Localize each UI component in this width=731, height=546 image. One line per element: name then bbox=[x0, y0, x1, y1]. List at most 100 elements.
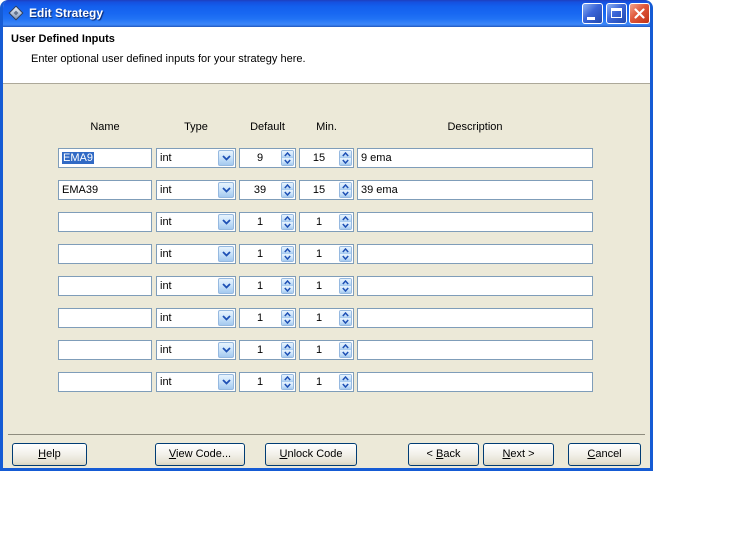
spin-up-button[interactable] bbox=[340, 183, 351, 190]
spin-up-button[interactable] bbox=[340, 343, 351, 350]
spin-up-button[interactable] bbox=[282, 151, 293, 158]
combo-dropdown-button[interactable] bbox=[218, 310, 234, 326]
name-field[interactable] bbox=[58, 340, 152, 360]
cancel-button[interactable]: Cancel bbox=[568, 443, 641, 466]
spin-up-button[interactable] bbox=[340, 279, 351, 286]
close-button[interactable] bbox=[629, 3, 650, 24]
spin-up-button[interactable] bbox=[340, 311, 351, 318]
description-field[interactable]: 9 ema bbox=[357, 148, 593, 168]
title-bar[interactable]: Edit Strategy bbox=[3, 0, 650, 27]
type-select[interactable]: int bbox=[156, 308, 236, 328]
description-field[interactable]: 39 ema bbox=[357, 180, 593, 200]
spin-down-button[interactable] bbox=[340, 286, 351, 293]
name-field[interactable] bbox=[58, 212, 152, 232]
spin-up-button[interactable] bbox=[340, 375, 351, 382]
description-field[interactable] bbox=[357, 308, 593, 328]
combo-dropdown-button[interactable] bbox=[218, 150, 234, 166]
type-select[interactable]: int bbox=[156, 244, 236, 264]
min-spinner[interactable]: 1 bbox=[299, 308, 354, 328]
spin-down-button[interactable] bbox=[282, 158, 293, 165]
type-select[interactable]: int bbox=[156, 212, 236, 232]
spin-down-button[interactable] bbox=[282, 350, 293, 357]
chevron-up-icon bbox=[284, 280, 291, 285]
min-spinner[interactable]: 15 bbox=[299, 148, 354, 168]
name-field[interactable] bbox=[58, 276, 152, 296]
spin-up-button[interactable] bbox=[282, 215, 293, 222]
spin-down-button[interactable] bbox=[282, 382, 293, 389]
combo-dropdown-button[interactable] bbox=[218, 182, 234, 198]
name-field[interactable] bbox=[58, 308, 152, 328]
combo-dropdown-button[interactable] bbox=[218, 214, 234, 230]
default-spinner[interactable]: 9 bbox=[239, 148, 296, 168]
type-select[interactable]: int bbox=[156, 276, 236, 296]
default-spinner[interactable]: 1 bbox=[239, 372, 296, 392]
spinner-buttons bbox=[281, 182, 294, 198]
spin-down-button[interactable] bbox=[282, 190, 293, 197]
chevron-up-icon bbox=[342, 376, 349, 381]
spin-down-button[interactable] bbox=[282, 254, 293, 261]
spinner-buttons bbox=[281, 246, 294, 262]
chevron-down-icon bbox=[221, 187, 231, 193]
spin-down-button[interactable] bbox=[340, 222, 351, 229]
combo-dropdown-button[interactable] bbox=[218, 278, 234, 294]
combo-dropdown-button[interactable] bbox=[218, 374, 234, 390]
combo-dropdown-button[interactable] bbox=[218, 342, 234, 358]
min-spinner[interactable]: 15 bbox=[299, 180, 354, 200]
spin-up-button[interactable] bbox=[282, 311, 293, 318]
min-spinner[interactable]: 1 bbox=[299, 276, 354, 296]
view-code-button[interactable]: View Code... bbox=[155, 443, 245, 466]
spin-down-button[interactable] bbox=[340, 158, 351, 165]
spin-down-button[interactable] bbox=[340, 350, 351, 357]
default-spinner[interactable]: 1 bbox=[239, 244, 296, 264]
default-spinner[interactable]: 1 bbox=[239, 308, 296, 328]
min-spinner[interactable]: 1 bbox=[299, 372, 354, 392]
default-spinner[interactable]: 39 bbox=[239, 180, 296, 200]
description-field[interactable] bbox=[357, 340, 593, 360]
unlock-code-button[interactable]: Unlock Code bbox=[265, 443, 357, 466]
spin-up-button[interactable] bbox=[282, 247, 293, 254]
help-button[interactable]: Help bbox=[12, 443, 87, 466]
chevron-down-icon bbox=[284, 255, 291, 260]
default-spinner[interactable]: 1 bbox=[239, 340, 296, 360]
spin-up-button[interactable] bbox=[282, 183, 293, 190]
column-header-min: Min. bbox=[316, 121, 337, 133]
spin-down-button[interactable] bbox=[282, 286, 293, 293]
spinner-buttons bbox=[281, 310, 294, 326]
spin-down-button[interactable] bbox=[282, 222, 293, 229]
default-spinner[interactable]: 1 bbox=[239, 276, 296, 296]
spin-down-button[interactable] bbox=[340, 254, 351, 261]
spin-up-button[interactable] bbox=[282, 343, 293, 350]
back-button[interactable]: < Back bbox=[408, 443, 479, 466]
description-field[interactable] bbox=[357, 212, 593, 232]
name-field[interactable]: EMA39 bbox=[58, 180, 152, 200]
spin-down-button[interactable] bbox=[340, 382, 351, 389]
app-diamond-icon[interactable] bbox=[8, 5, 24, 21]
next-button[interactable]: Next > bbox=[483, 443, 554, 466]
minimize-button[interactable] bbox=[582, 3, 603, 24]
type-select[interactable]: int bbox=[156, 180, 236, 200]
min-value: 15 bbox=[312, 152, 326, 164]
type-select[interactable]: int bbox=[156, 372, 236, 392]
min-spinner[interactable]: 1 bbox=[299, 212, 354, 232]
spin-down-button[interactable] bbox=[340, 190, 351, 197]
name-field[interactable] bbox=[58, 244, 152, 264]
description-field[interactable] bbox=[357, 372, 593, 392]
spin-down-button[interactable] bbox=[340, 318, 351, 325]
spin-up-button[interactable] bbox=[282, 375, 293, 382]
min-spinner[interactable]: 1 bbox=[299, 244, 354, 264]
spin-up-button[interactable] bbox=[282, 279, 293, 286]
name-field[interactable] bbox=[58, 372, 152, 392]
description-field[interactable] bbox=[357, 276, 593, 296]
description-field[interactable] bbox=[357, 244, 593, 264]
type-select[interactable]: int bbox=[156, 340, 236, 360]
type-select[interactable]: int bbox=[156, 148, 236, 168]
spin-up-button[interactable] bbox=[340, 247, 351, 254]
spin-up-button[interactable] bbox=[340, 215, 351, 222]
min-spinner[interactable]: 1 bbox=[299, 340, 354, 360]
spin-up-button[interactable] bbox=[340, 151, 351, 158]
maximize-button[interactable] bbox=[606, 3, 627, 24]
name-field[interactable]: EMA9 bbox=[58, 148, 152, 168]
combo-dropdown-button[interactable] bbox=[218, 246, 234, 262]
spin-down-button[interactable] bbox=[282, 318, 293, 325]
default-spinner[interactable]: 1 bbox=[239, 212, 296, 232]
